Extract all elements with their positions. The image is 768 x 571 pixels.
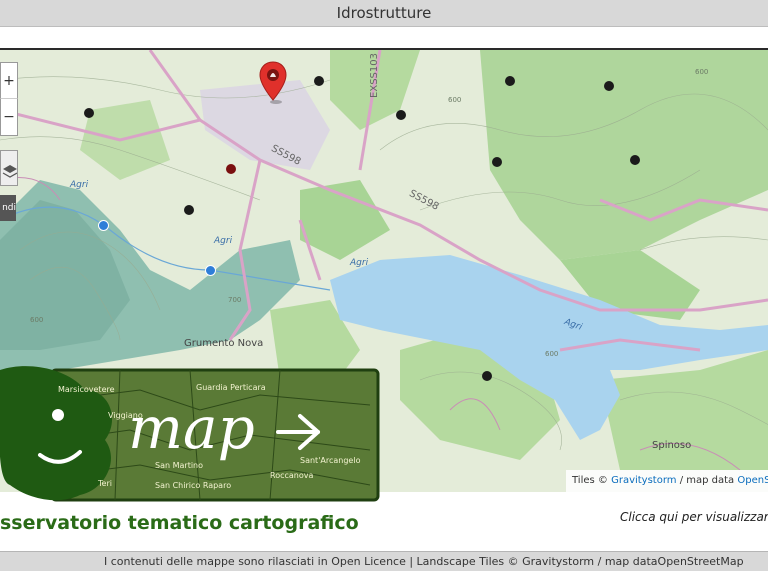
river-label: Agri [350,258,369,268]
place-label-spinoso: Spinoso [652,440,692,451]
logo-town-label: Marsicovetere [58,385,115,394]
zoom-out-button[interactable]: − [0,98,18,136]
page-title: Idrostrutture [336,4,432,22]
structure-point[interactable] [314,76,324,86]
logo-graphic: map Marsicovetere Guardia Perticara Vigg… [0,366,380,502]
openstreetmap-link[interactable]: OpenStreetMap [737,475,768,486]
road-label-exss103: EXSS103 [368,53,380,98]
map-attribution: Tiles © Gravitystorm / map data OpenStre… [566,470,768,492]
structure-point-highlight[interactable] [226,164,236,174]
logo-town-label: Viggiano [108,411,143,420]
osservatorio-logo[interactable]: map Marsicovetere Guardia Perticara Vigg… [0,360,382,505]
logo-town-label: San Chirico Raparo [155,481,231,490]
river-label: Agri [214,236,233,246]
logo-town-label: San Martino [155,461,203,470]
map-pin-marker-icon[interactable] [257,60,289,104]
contour-label: 600 [448,96,462,104]
structure-point[interactable] [505,76,515,86]
attribution-prefix: Tiles © [572,475,612,486]
place-label-grumento-nova: Grumento Nova [184,338,264,349]
gravitystorm-link[interactable]: Gravitystorm [611,475,676,486]
footer-bar: I contenuti delle mappe sono rilasciati … [0,551,768,571]
structure-point[interactable] [184,205,194,215]
contour-label: 600 [545,350,559,358]
legend-tab[interactable]: ndi [0,195,16,221]
logo-town-label: Teri [97,479,112,488]
water-point[interactable] [98,220,109,231]
water-point[interactable] [205,265,216,276]
layers-icon [2,165,18,178]
river-label: Agri [70,180,89,190]
logo-word-map: map [128,394,255,462]
layers-button[interactable] [0,150,18,186]
structure-point[interactable] [84,108,94,118]
logo-town-label: Guardia Perticara [196,383,266,392]
structure-point[interactable] [396,110,406,120]
attribution-sep: / map data [676,475,738,486]
structure-point[interactable] [482,371,492,381]
title-bar: Idrostrutture [0,0,768,27]
structure-point[interactable] [630,155,640,165]
zoom-in-button[interactable]: + [0,62,18,100]
contour-label: 600 [30,316,44,324]
logo-town-label: Sant'Arcangelo [300,456,361,465]
footer-licence-text: I contenuti delle mappe sono rilasciati … [104,555,744,568]
contour-label: 700 [228,296,242,304]
structure-point[interactable] [604,81,614,91]
structure-point[interactable] [492,157,502,167]
logo-subtitle: sservatorio tematico cartografico [0,512,359,534]
contour-label: 600 [695,68,709,76]
logo-town-label: Roccanova [270,471,313,480]
visualize-link[interactable]: Clicca qui per visualizzare [620,510,768,524]
